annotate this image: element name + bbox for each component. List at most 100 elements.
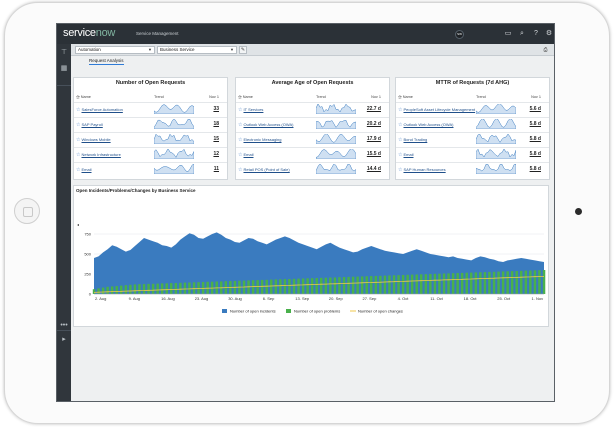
row-name-link[interactable]: ☆Email xyxy=(76,167,92,173)
problems-bar[interactable] xyxy=(160,283,164,294)
problems-bar[interactable] xyxy=(379,275,382,294)
star-icon[interactable]: ☆ xyxy=(238,137,242,143)
problems-bar[interactable] xyxy=(538,270,541,294)
problems-bar[interactable] xyxy=(506,271,509,294)
star-icon[interactable]: ☆ xyxy=(398,122,402,128)
column-header-name[interactable]: ⚝ Name xyxy=(398,95,413,99)
row-name-link[interactable]: ☆Outlook Web Access (OWA) xyxy=(398,122,454,128)
help-icon[interactable]: ? xyxy=(531,29,541,39)
row-name-link[interactable]: ☆PeopleSoft Asset Lifecycle Management xyxy=(398,107,475,113)
problems-bar[interactable] xyxy=(342,277,346,294)
star-icon[interactable]: ☆ xyxy=(76,152,80,158)
problems-bar[interactable] xyxy=(165,283,168,294)
problems-bar[interactable] xyxy=(360,276,364,294)
problems-bar[interactable] xyxy=(297,278,300,294)
row-name-link[interactable]: ☆SAP Payroll xyxy=(76,122,103,128)
filter-icon[interactable]: ⊤ xyxy=(59,48,69,58)
row-name-link[interactable]: ☆Bond Trading xyxy=(398,137,427,143)
problems-bar[interactable] xyxy=(256,280,259,294)
problems-bar[interactable] xyxy=(101,287,105,294)
problems-bar[interactable] xyxy=(324,277,328,294)
problems-bar[interactable] xyxy=(542,270,546,294)
problems-bar[interactable] xyxy=(138,284,141,294)
problems-bar[interactable] xyxy=(529,270,532,295)
star-icon[interactable]: ☆ xyxy=(238,167,242,173)
column-header-value[interactable]: Nov 1 xyxy=(531,95,541,99)
problems-bar[interactable] xyxy=(197,282,200,294)
problems-bar[interactable] xyxy=(265,279,268,294)
problems-bar[interactable] xyxy=(356,276,359,294)
problems-bar[interactable] xyxy=(333,277,337,294)
problems-bar[interactable] xyxy=(110,286,114,294)
problems-bar[interactable] xyxy=(474,272,478,294)
print-icon[interactable]: ⎙ xyxy=(541,46,550,54)
problems-bar[interactable] xyxy=(192,282,196,294)
problems-bar[interactable] xyxy=(397,275,400,294)
problems-bar[interactable] xyxy=(501,271,505,294)
play-icon[interactable]: ▸ xyxy=(59,335,69,345)
edit-filter-button[interactable]: ✎ xyxy=(239,46,247,54)
problems-bar[interactable] xyxy=(329,277,332,295)
star-icon[interactable]: ☆ xyxy=(238,152,242,158)
search-icon[interactable]: ⌕ xyxy=(517,29,527,39)
star-icon[interactable]: ☆ xyxy=(76,137,80,143)
row-value[interactable]: 5.8 d xyxy=(530,166,541,172)
column-header-value[interactable]: Nov 1 xyxy=(371,95,381,99)
row-value[interactable]: 22.7 d xyxy=(367,106,381,112)
problems-bar[interactable] xyxy=(433,273,437,294)
gear-icon[interactable]: ⚙ xyxy=(544,29,554,39)
row-value[interactable]: 17.9 d xyxy=(367,136,381,142)
row-name-link[interactable]: ☆Email xyxy=(398,152,414,158)
problems-bar[interactable] xyxy=(156,283,159,294)
problems-bar[interactable] xyxy=(401,275,405,294)
row-value[interactable]: 33 xyxy=(213,106,219,112)
problems-bar[interactable] xyxy=(520,270,523,294)
row-value[interactable]: 5.6 d xyxy=(530,106,541,112)
star-icon[interactable]: ☆ xyxy=(398,107,402,113)
problems-bar[interactable] xyxy=(365,276,368,294)
tab-request-analysis[interactable]: Request Analysis xyxy=(89,58,124,65)
problems-bar[interactable] xyxy=(510,271,514,294)
problems-bar[interactable] xyxy=(92,289,96,294)
problems-bar[interactable] xyxy=(410,274,414,294)
row-value[interactable]: 15 xyxy=(213,136,219,142)
problems-bar[interactable] xyxy=(497,271,500,294)
problems-bar[interactable] xyxy=(260,279,264,294)
star-icon[interactable]: ☆ xyxy=(76,167,80,173)
problems-bar[interactable] xyxy=(288,279,291,294)
problems-bar[interactable] xyxy=(338,277,341,294)
problems-bar[interactable] xyxy=(129,284,132,294)
problems-bar[interactable] xyxy=(438,273,441,294)
row-name-link[interactable]: ☆Windows Mobile xyxy=(76,137,111,143)
problems-bar[interactable] xyxy=(188,282,191,295)
problems-bar[interactable] xyxy=(470,272,473,294)
row-name-link[interactable]: ☆IT Services xyxy=(238,107,263,113)
chat-icon[interactable]: ▭ xyxy=(503,29,513,39)
problems-bar[interactable] xyxy=(183,282,187,294)
problems-bar[interactable] xyxy=(429,274,432,294)
problems-bar[interactable] xyxy=(479,272,482,294)
problems-bar[interactable] xyxy=(115,286,118,294)
column-header-value[interactable]: Nov 1 xyxy=(209,95,219,99)
problems-bar[interactable] xyxy=(406,274,409,294)
home-button[interactable] xyxy=(14,198,40,224)
row-value[interactable]: 5.8 d xyxy=(530,151,541,157)
star-icon[interactable]: ☆ xyxy=(76,107,80,113)
problems-bar[interactable] xyxy=(524,270,528,294)
problems-bar[interactable] xyxy=(179,282,182,294)
problems-bar[interactable] xyxy=(97,288,100,294)
star-icon[interactable]: ☆ xyxy=(398,167,402,173)
problems-bar[interactable] xyxy=(151,283,155,294)
group-select[interactable]: Automation ▼ xyxy=(75,46,155,54)
servicenow-logo[interactable]: servicenow xyxy=(63,27,115,39)
problems-bar[interactable] xyxy=(301,278,305,295)
problems-bar[interactable] xyxy=(460,272,464,294)
row-name-link[interactable]: ☆Retail POS (Point of Sale) xyxy=(238,167,290,173)
problems-bar[interactable] xyxy=(465,272,468,294)
problems-bar[interactable] xyxy=(320,277,323,294)
problems-bar[interactable] xyxy=(442,273,446,295)
star-icon[interactable]: ☆ xyxy=(398,137,402,143)
problems-bar[interactable] xyxy=(420,274,423,294)
problems-bar[interactable] xyxy=(492,271,496,294)
problems-bar[interactable] xyxy=(133,284,137,294)
